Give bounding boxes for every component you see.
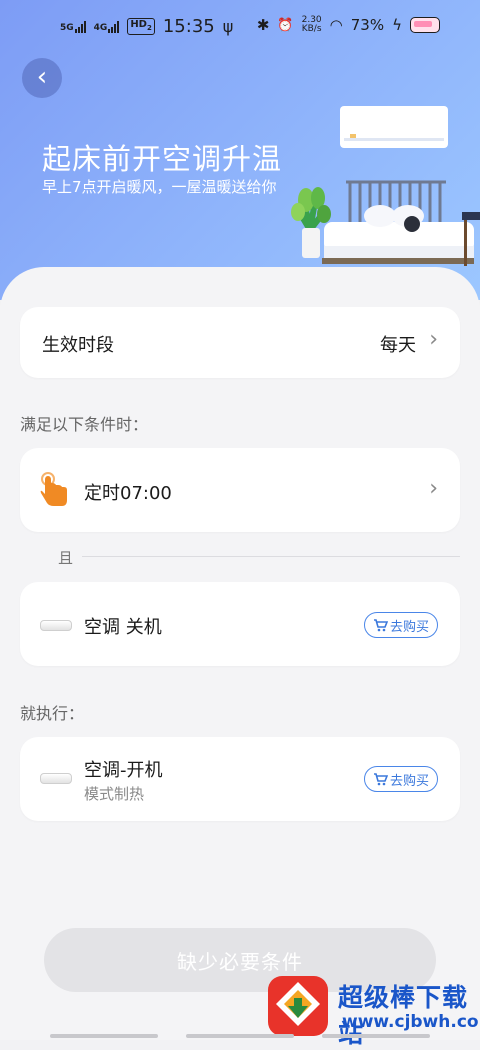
buy-label: 去购买 <box>389 619 429 635</box>
ac-off-condition-card[interactable]: 空调 关机 去购买 <box>20 582 460 666</box>
and-separator-line <box>82 556 460 557</box>
bluetooth-icon: ✱ <box>256 16 270 34</box>
and-separator-label: 且 <box>58 549 74 567</box>
cart-icon <box>373 772 388 785</box>
watermark-logo-icon <box>268 976 328 1036</box>
system-nav-bar <box>50 1034 430 1038</box>
conditions-section-label: 满足以下条件时： <box>20 415 149 434</box>
clock: 15:35 <box>162 16 215 37</box>
signal-4g-icon: 4G <box>94 20 120 33</box>
battery-percent: 73% <box>350 16 385 34</box>
signal-5g-icon: 5G <box>60 20 86 33</box>
air-conditioner-icon <box>40 620 72 631</box>
chevron-right-icon: › <box>429 476 438 501</box>
effective-period-card[interactable]: 生效时段 每天 › <box>20 307 460 378</box>
buy-button[interactable]: 去购买 <box>364 766 438 792</box>
air-conditioner-icon <box>40 773 72 784</box>
wall-ac-unit <box>340 106 448 148</box>
buy-label: 去购买 <box>389 773 429 789</box>
wifi-icon: ◠ <box>329 16 343 34</box>
ac-off-condition-label: 空调 关机 <box>84 617 162 638</box>
alarm-icon: ⏰ <box>277 17 294 33</box>
battery-icon <box>410 17 440 33</box>
network-speed: 2.30 KB/s <box>301 15 322 34</box>
nav-segment <box>50 1034 158 1038</box>
usb-icon: ψ <box>222 17 234 36</box>
page-title: 起床前开空调升温 <box>42 142 283 176</box>
hero-banner: 5G 4G HD2 15:35 ψ ✱ ⏰ 2.30 KB/s ◠ 73% ϟ ‹… <box>0 0 480 300</box>
charging-icon: ϟ <box>392 16 402 34</box>
ac-on-action-sublabel: 模式制热 <box>84 785 145 803</box>
effective-period-value: 每天 <box>380 335 416 356</box>
ac-on-action-label: 空调-开机 <box>84 760 163 781</box>
bedroom-illustration <box>291 106 480 266</box>
hand-tap-icon <box>40 472 67 506</box>
nav-segment <box>322 1034 430 1038</box>
timer-condition-card[interactable]: 定时07:00 › <box>20 448 460 532</box>
watermark: 超级棒下载站 www.cjbwh.com <box>266 968 480 1048</box>
watermark-url: www.cjbwh.com <box>342 1012 480 1032</box>
chevron-left-icon: ‹ <box>36 61 48 92</box>
timer-condition-label: 定时07:00 <box>84 483 172 504</box>
page-subtitle: 早上7点开启暖风，一屋温暖送给你 <box>42 178 277 196</box>
chevron-right-icon: › <box>429 327 438 352</box>
effective-period-label: 生效时段 <box>42 335 114 356</box>
nav-segment <box>186 1034 294 1038</box>
actions-section-label: 就执行： <box>20 704 85 723</box>
buy-button[interactable]: 去购买 <box>364 612 438 638</box>
status-bar: 5G 4G HD2 15:35 ψ ✱ ⏰ 2.30 KB/s ◠ 73% ϟ <box>0 0 480 52</box>
ac-on-action-card[interactable]: 空调-开机 模式制热 去购买 <box>20 737 460 821</box>
cart-icon <box>373 618 388 631</box>
back-button[interactable]: ‹ <box>22 58 62 98</box>
hd-voice-icon: HD2 <box>127 18 155 35</box>
